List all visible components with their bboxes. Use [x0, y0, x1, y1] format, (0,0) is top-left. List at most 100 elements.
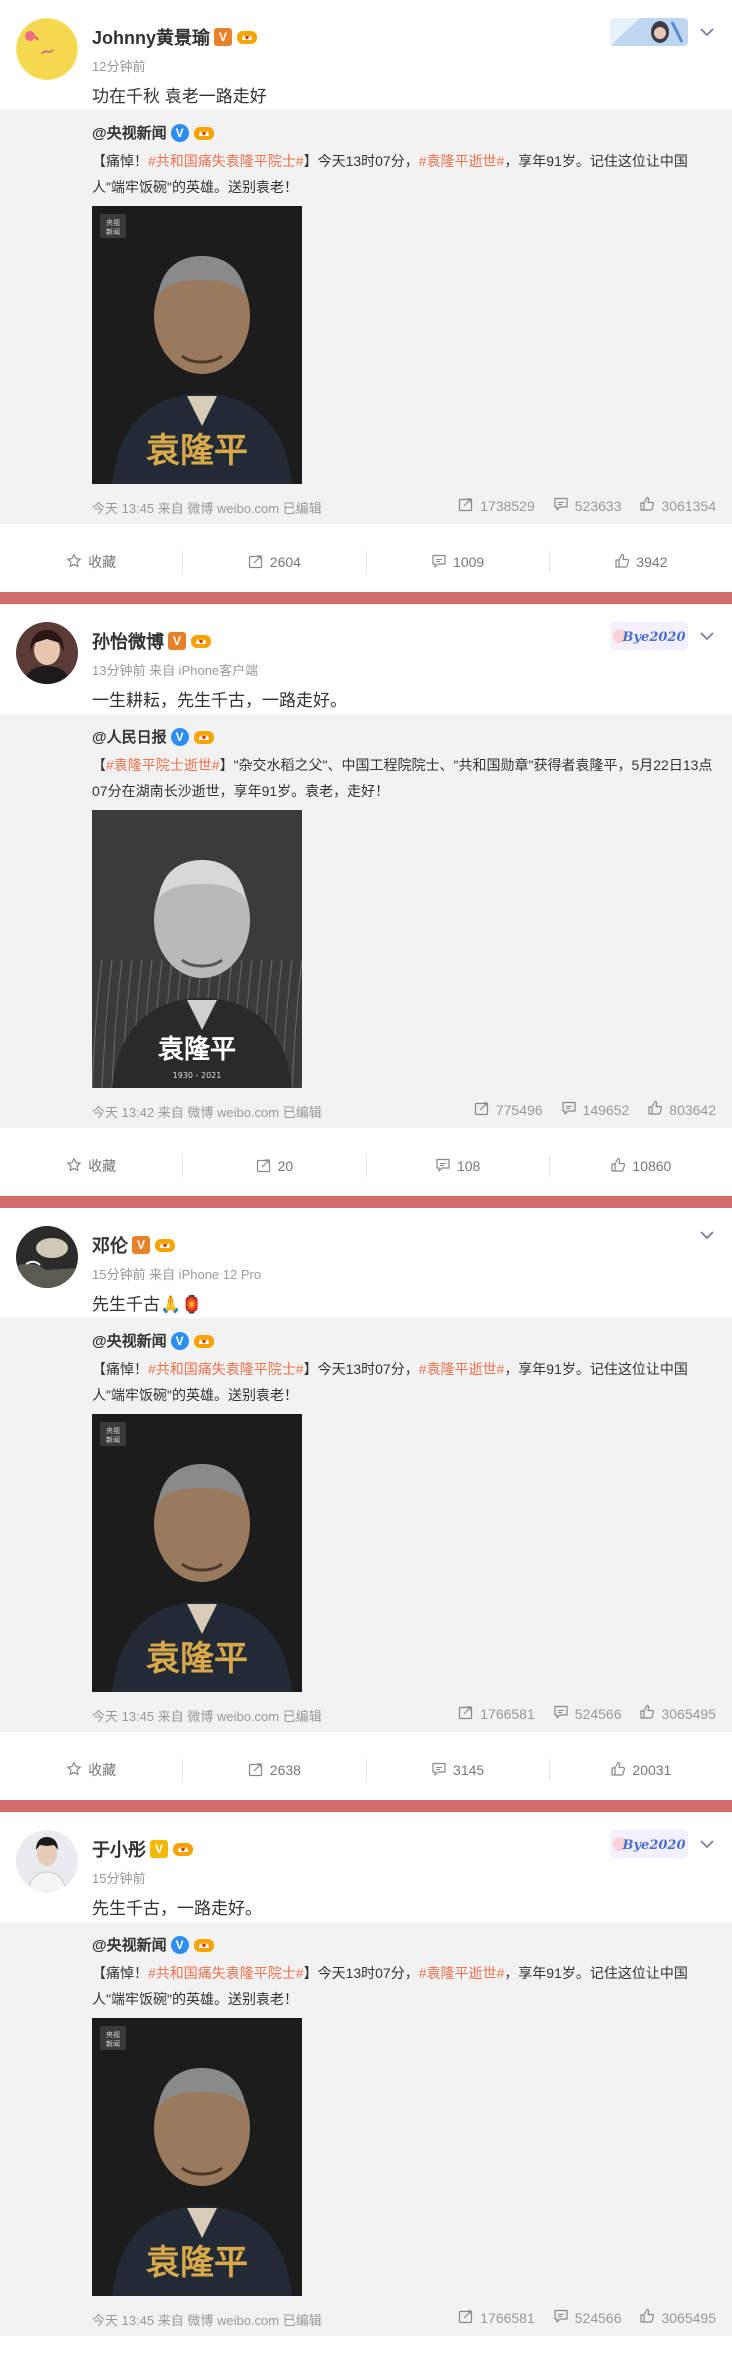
- hashtag-link[interactable]: #袁隆平逝世#: [419, 1965, 505, 1981]
- repost-block[interactable]: @央视新闻 V 【痛悼！#共和国痛失袁隆平院士#】今天13时07分，#袁隆平逝世…: [0, 1922, 732, 2336]
- comment-icon: [553, 1704, 569, 1723]
- like-button[interactable]: 10860: [548, 1155, 732, 1177]
- post-meta: 15分钟前 来自 iPhone 12 Pro: [92, 1267, 262, 1282]
- comment-count[interactable]: 149652: [561, 1100, 629, 1119]
- author-name[interactable]: Johnny黄景瑜: [92, 24, 210, 50]
- verified-icon: V: [132, 1236, 150, 1254]
- portrait-caption: 袁隆平: [146, 2243, 248, 2283]
- repost-image[interactable]: 央视 新闻 袁隆平: [92, 1414, 302, 1692]
- repost-count[interactable]: 775496: [474, 1100, 543, 1119]
- repost-count[interactable]: 1738529: [458, 496, 535, 515]
- crown-icon: [193, 1332, 215, 1350]
- svg-text:央视: 央视: [106, 2030, 120, 2039]
- repost-button[interactable]: 20: [182, 1155, 365, 1177]
- like-count[interactable]: 3061354: [639, 496, 716, 515]
- comment-icon: [553, 2308, 569, 2327]
- author-name[interactable]: 邓伦: [92, 1232, 128, 1258]
- crown-icon: [193, 1936, 215, 1954]
- svg-text:1930 - 2021: 1930 - 2021: [173, 1071, 222, 1080]
- comment-icon: [431, 1761, 447, 1780]
- svg-text:Bye2020: Bye2020: [622, 630, 686, 645]
- repost-count[interactable]: 1766581: [458, 1704, 535, 1723]
- post-header: 邓伦 V 15分钟前 来自 iPhone 12 Pro: [16, 1226, 716, 1288]
- avatar[interactable]: ~: [16, 18, 78, 80]
- repost-block[interactable]: @央视新闻 V 【痛悼！#共和国痛失袁隆平院士#】今天13时07分，#袁隆平逝世…: [0, 1318, 732, 1732]
- repost-text-segment: 【痛悼！: [92, 153, 148, 169]
- hashtag-link[interactable]: #袁隆平院士逝世#: [106, 757, 220, 773]
- favorite-label: 收藏: [88, 1762, 117, 1778]
- star-icon: [66, 553, 82, 572]
- chevron-down-icon[interactable]: [698, 23, 716, 41]
- favorite-button[interactable]: 收藏: [0, 1759, 182, 1781]
- repost-author[interactable]: @人民日报: [92, 726, 167, 747]
- decoration-card: Bye2020: [610, 622, 688, 650]
- chevron-down-icon[interactable]: [698, 1835, 716, 1853]
- comment-count[interactable]: 523633: [553, 496, 622, 515]
- action-bar: 收藏 20 108 10860: [0, 1144, 732, 1188]
- repost-button[interactable]: 2638: [182, 1759, 365, 1781]
- repost-block[interactable]: @人民日报 V 【#袁隆平院士逝世#】"杂交水稻之父"、中国工程院院士、"共和国…: [0, 714, 732, 1128]
- comment-count-value: 524566: [574, 2309, 622, 2326]
- comment-count[interactable]: 524566: [553, 1704, 621, 1723]
- verified-icon: V: [170, 1935, 189, 1954]
- hashtag-link[interactable]: #袁隆平逝世#: [419, 1361, 505, 1377]
- post-meta: 12分钟前: [92, 59, 146, 74]
- repost-stats: 1766581 524566 3065495: [458, 1704, 716, 1723]
- author-row: Johnny黄景瑜 V: [92, 24, 258, 50]
- verified-icon: V: [170, 1331, 189, 1350]
- comment-count-value: 523633: [574, 497, 622, 514]
- comment-button-count: 1009: [453, 554, 485, 570]
- repost-stats: 1738529 523633 3061354: [458, 496, 716, 515]
- hashtag-link[interactable]: #袁隆平逝世#: [419, 153, 505, 169]
- avatar[interactable]: [16, 622, 78, 684]
- favorite-button[interactable]: 收藏: [0, 1155, 182, 1177]
- repost-count-value: 1766581: [480, 1705, 535, 1722]
- hashtag-link[interactable]: #共和国痛失袁隆平院士#: [148, 1361, 304, 1377]
- like-count[interactable]: 803642: [647, 1100, 716, 1119]
- repost-count-value: 1738529: [480, 497, 535, 514]
- repost-author[interactable]: @央视新闻: [92, 1330, 167, 1351]
- svg-text:新闻: 新闻: [106, 1435, 120, 1444]
- comment-button[interactable]: 108: [365, 1155, 549, 1177]
- post-divider: [0, 1800, 732, 1812]
- repost-icon: [458, 496, 474, 515]
- hashtag-link[interactable]: #共和国痛失袁隆平院士#: [148, 1965, 304, 1981]
- repost-author-row: @人民日报 V: [92, 726, 215, 747]
- crown-icon: [154, 1236, 176, 1254]
- author-name[interactable]: 孙怡微博: [92, 628, 164, 654]
- repost-image[interactable]: 央视 新闻 袁隆平: [92, 2018, 302, 2296]
- repost-image[interactable]: 袁隆平 1930 - 2021: [92, 810, 302, 1088]
- repost-author[interactable]: @央视新闻: [92, 122, 167, 143]
- comment-button[interactable]: 3145: [365, 1759, 549, 1781]
- repost-count-value: 1766581: [480, 2309, 535, 2326]
- crown-icon: [236, 28, 258, 46]
- repost-image[interactable]: 央视 新闻 袁隆平: [92, 206, 302, 484]
- comment-button-count: 3145: [453, 1762, 485, 1778]
- like-count[interactable]: 3065495: [639, 1704, 716, 1723]
- repost-author[interactable]: @央视新闻: [92, 1934, 167, 1955]
- like-button[interactable]: 20031: [548, 1759, 732, 1781]
- repost-block[interactable]: @央视新闻 V 【痛悼！#共和国痛失袁隆平院士#】今天13时07分，#袁隆平逝世…: [0, 110, 732, 524]
- comment-count[interactable]: 524566: [553, 2308, 622, 2327]
- decoration-card: [610, 18, 688, 46]
- repost-stats: 1766581 524566 3065495: [458, 2308, 716, 2327]
- favorite-button[interactable]: 收藏: [0, 551, 182, 573]
- portrait-caption: 袁隆平: [146, 431, 248, 471]
- repost-text: 【痛悼！#共和国痛失袁隆平院士#】今天13时07分，#袁隆平逝世#，享年91岁。…: [92, 1960, 716, 2012]
- author-row: 于小彤 V: [92, 1836, 194, 1862]
- chevron-down-icon[interactable]: [698, 1226, 716, 1244]
- avatar[interactable]: [16, 1830, 78, 1892]
- repost-count[interactable]: 1766581: [458, 2308, 535, 2327]
- like-count[interactable]: 3065495: [639, 2308, 716, 2327]
- like-icon: [639, 2308, 655, 2327]
- svg-text:央视: 央视: [106, 218, 120, 227]
- repost-source: 今天 13:45 来自 微博 weibo.com 已编辑: [92, 501, 322, 516]
- avatar[interactable]: [16, 1226, 78, 1288]
- author-name[interactable]: 于小彤: [92, 1836, 146, 1862]
- repost-button[interactable]: 2604: [182, 551, 365, 573]
- like-button[interactable]: 3942: [548, 551, 732, 573]
- like-icon: [610, 1761, 626, 1780]
- hashtag-link[interactable]: #共和国痛失袁隆平院士#: [148, 153, 304, 169]
- comment-button[interactable]: 1009: [365, 551, 549, 573]
- chevron-down-icon[interactable]: [698, 627, 716, 645]
